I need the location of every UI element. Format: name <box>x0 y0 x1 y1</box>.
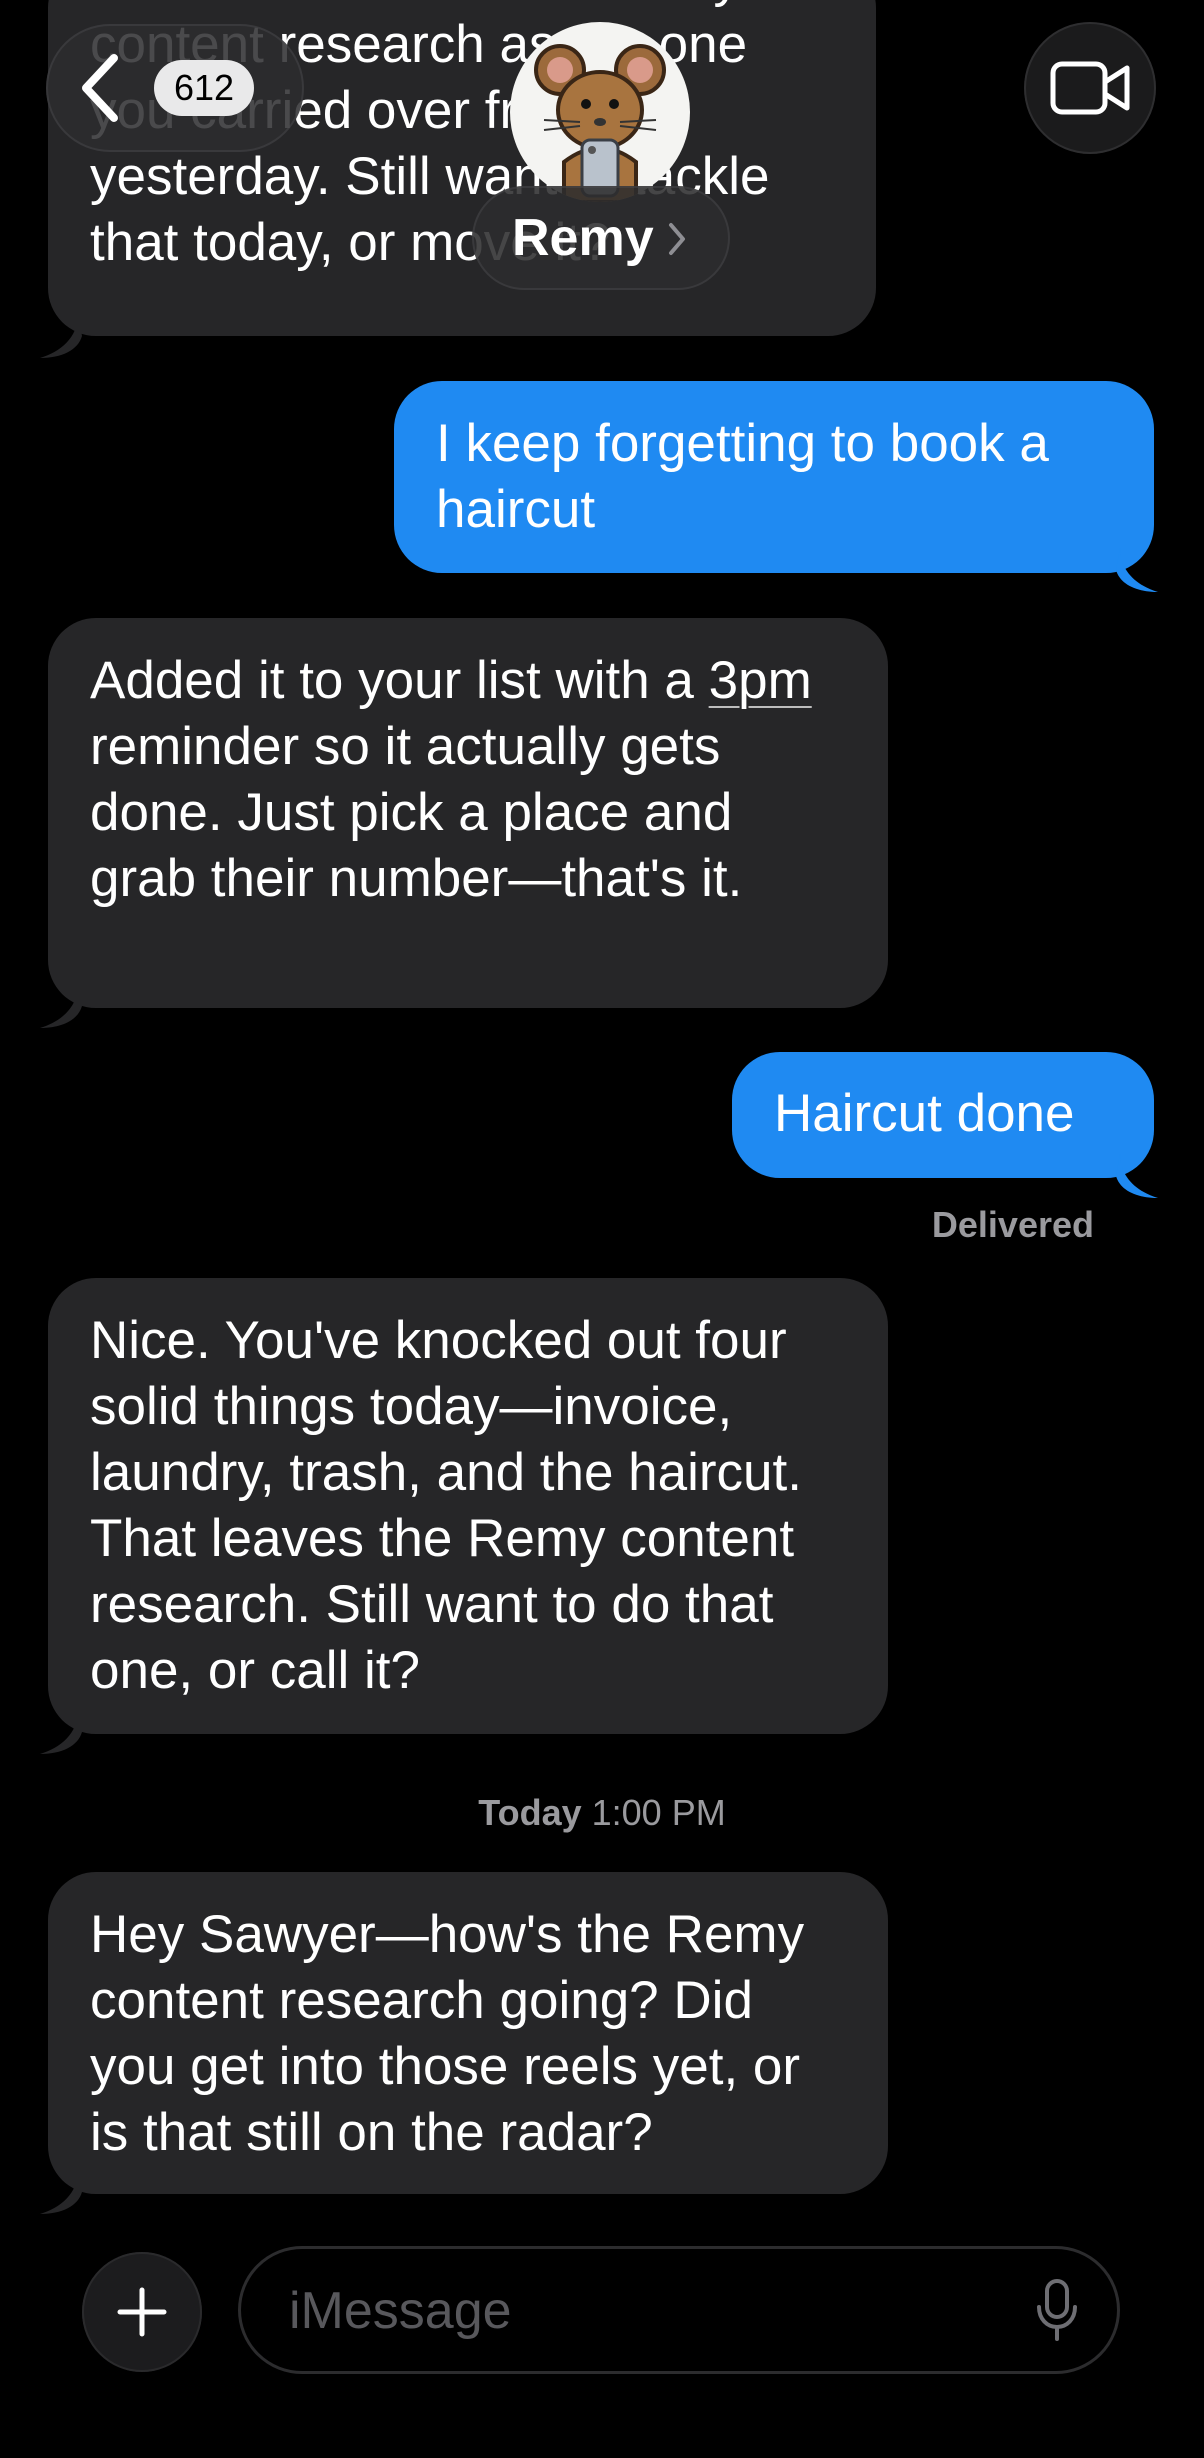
message-line: that today, or move it? <box>90 213 611 272</box>
bubble-tail <box>40 2170 82 2214</box>
bubble-tail <box>40 314 82 358</box>
message-text: Nice. You've knocked out four solid thin… <box>90 1311 802 1700</box>
message-input[interactable]: iMessage <box>238 2246 1120 2374</box>
message-text: Haircut done <box>774 1084 1075 1143</box>
unread-count-badge: 612 <box>154 60 254 116</box>
message-bubble-incoming[interactable]: Added it to your list with a 3pm reminde… <box>48 618 888 1008</box>
contact-name-button[interactable]: Remy <box>472 186 730 290</box>
timestamp-day: Today <box>478 1792 582 1833</box>
message-bubble-incoming[interactable]: Hey Sawyer—how's the Remy content resear… <box>48 1872 888 2194</box>
message-text: Hey Sawyer—how's the Remy content resear… <box>90 1905 805 2162</box>
timestamp-time: 1:00 PM <box>591 1792 726 1833</box>
message-text: I keep forgetting to book a haircut <box>436 414 1049 539</box>
back-chevron-icon <box>82 54 118 122</box>
plus-icon <box>117 2287 167 2337</box>
message-text: Added it to your list with a <box>90 651 709 710</box>
contact-name: Remy <box>512 209 654 267</box>
delivered-status: Delivered <box>931 1204 1094 1245</box>
timestamp: Today 1:00 PM <box>0 1792 1204 1834</box>
message-bubble-outgoing[interactable]: Haircut done <box>732 1052 1154 1178</box>
message-thread: Nice. That leaves the Remy content resea… <box>0 0 1204 2458</box>
bubble-tail <box>40 984 82 1028</box>
message-line: yesterday. Still want to tackle <box>90 147 770 206</box>
time-link[interactable]: 3pm <box>709 651 812 710</box>
message-input-placeholder: iMessage <box>289 2282 512 2340</box>
add-attachment-button[interactable] <box>82 2252 202 2372</box>
message-bubble-incoming[interactable]: Nice. You've knocked out four solid thin… <box>48 1278 888 1734</box>
message-text: reminder so it actually gets done. Just … <box>90 717 743 908</box>
microphone-icon[interactable] <box>1035 2279 1079 2343</box>
bubble-tail <box>1116 548 1158 592</box>
bubble-tail <box>1116 1154 1158 1198</box>
contact-avatar[interactable] <box>510 22 690 202</box>
bubble-tail <box>40 1710 82 1754</box>
back-button[interactable]: 612 <box>46 24 304 152</box>
mouse-avatar-icon <box>534 44 666 202</box>
chevron-right-icon <box>669 223 685 255</box>
video-camera-icon <box>1050 61 1130 115</box>
message-line: Nice. That leaves the Remy <box>90 0 850 12</box>
message-bubble-outgoing[interactable]: I keep forgetting to book a haircut <box>394 381 1154 573</box>
video-call-button[interactable] <box>1024 22 1156 154</box>
